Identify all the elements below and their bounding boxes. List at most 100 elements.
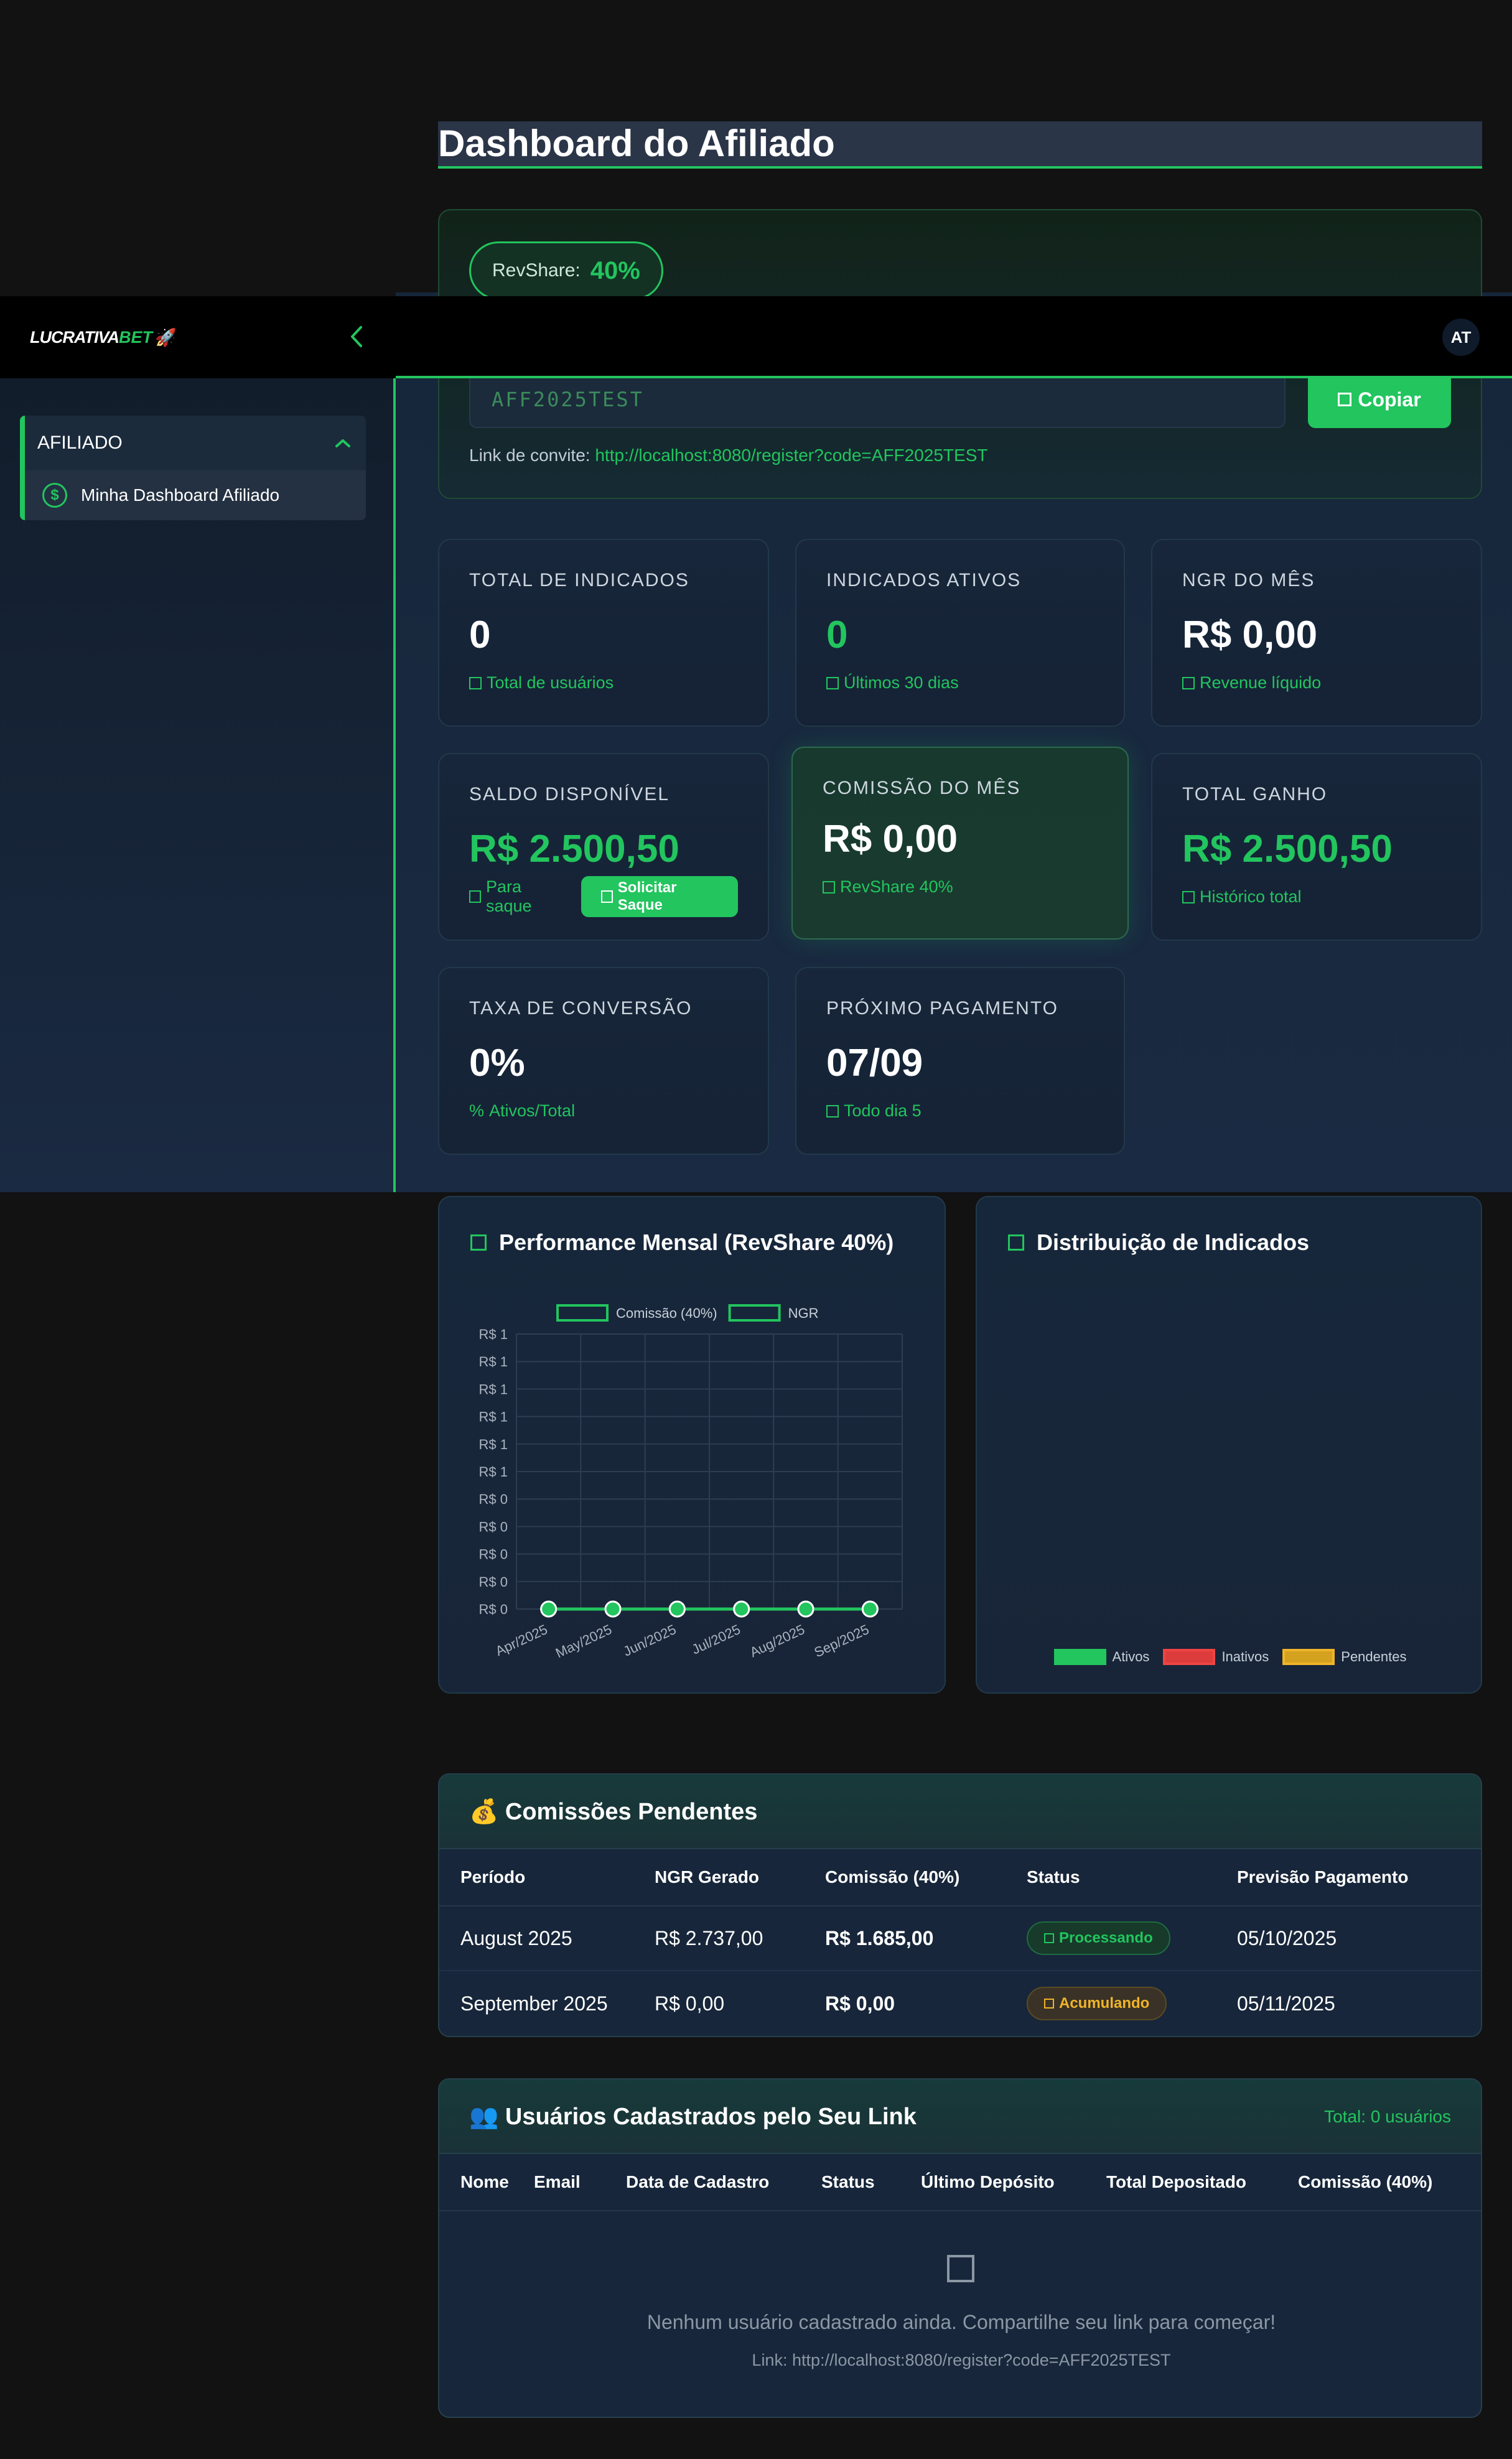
stat-label: PRÓXIMO PAGAMENTO <box>826 998 1058 1019</box>
dollar-icon: $ <box>42 483 67 508</box>
y-axis-ticks: R$ 1 R$ 1 R$ 1 R$ 1 R$ 1 R$ 1 R$ 0 R$ 0 R$ 0 R$ 0… <box>479 1327 508 1617</box>
square-icon <box>469 890 481 903</box>
data-point <box>668 1600 686 1618</box>
page-title-bar: Dashboard do Afiliado <box>438 121 1482 169</box>
stat-label: SALDO DISPONÍVEL <box>469 784 670 805</box>
y-tick-label: R$ 0 <box>479 1547 508 1562</box>
square-icon <box>469 676 482 689</box>
stat-sub: RevShare 40% <box>823 877 1098 897</box>
x-tick-label: May/2025 <box>553 1621 614 1661</box>
cell-ngr: R$ 0,00 <box>655 1992 725 2015</box>
column-header: Status <box>821 2172 875 2191</box>
table-header: 👥 Usuários Cadastrados pelo Seu Link Tot… <box>439 2079 1481 2154</box>
pending-commissions-table: 💰 Comissões Pendentes Período NGR Gerado… <box>438 1773 1482 2037</box>
user-avatar[interactable]: AT <box>1442 319 1480 356</box>
stat-sub: Histórico total <box>1182 887 1451 907</box>
empty-state: Nenhum usuário cadastrado ainda. Compart… <box>439 2211 1481 2417</box>
stat-value: R$ 2.500,50 <box>469 828 679 870</box>
sidebar-collapse-button[interactable] <box>341 321 372 352</box>
square-icon <box>1182 890 1195 903</box>
stat-card-ngr-mes: NGR DO MÊS R$ 0,00 Revenue líquido <box>1151 539 1482 727</box>
y-tick-label: R$ 0 <box>479 1519 508 1534</box>
legend-swatch <box>1053 1649 1106 1665</box>
sidebar-section-label: AFILIADO <box>37 432 123 453</box>
column-header: Comissão (40%) <box>825 1867 960 1887</box>
top-navbar: LUCRATIVA BET 🚀 AT <box>0 296 1512 378</box>
y-tick-label: R$ 1 <box>479 1464 508 1480</box>
navbar-divider <box>396 376 1512 378</box>
y-tick-label: R$ 1 <box>479 1354 508 1369</box>
performance-chart-card: Performance Mensal (RevShare 40%) R$ 1 R$… <box>438 1196 946 1694</box>
registered-users-table: 👥 Usuários Cadastrados pelo Seu Link Tot… <box>438 2078 1482 2418</box>
cell-status: Processando <box>1027 1921 1237 1955</box>
column-header: Status <box>1027 1867 1080 1887</box>
table-column-headers: Nome Email Data de Cadastro Status Últim… <box>439 2154 1481 2211</box>
stat-label: NGR DO MÊS <box>1182 570 1315 590</box>
legend-swatch <box>1282 1649 1335 1665</box>
cell-comissao: R$ 0,00 <box>825 1992 895 2015</box>
table-title: 👥 Usuários Cadastrados pelo Seu Link <box>469 2104 917 2130</box>
page-title: Dashboard do Afiliado <box>438 123 835 164</box>
square-icon <box>1182 676 1195 689</box>
logo-text-lucrativa: LUCRATIVA <box>30 327 119 347</box>
column-header: Email <box>534 2172 581 2191</box>
sidebar: AFILIADO $ Minha Dashboard Afiliado <box>0 378 396 1192</box>
stat-sub: Total de usuários <box>469 673 738 693</box>
copy-button[interactable]: Copiar <box>1308 371 1451 428</box>
column-header: Comissão (40%) <box>1298 2172 1433 2191</box>
empty-link: Link: http://localhost:8080/register?cod… <box>752 2351 1171 2369</box>
revshare-value: 40% <box>590 256 640 284</box>
chart-legend: Comissão (40%) NGR <box>556 1304 819 1322</box>
square-icon <box>1008 1234 1024 1251</box>
sidebar-item-dashboard-afiliado[interactable]: $ Minha Dashboard Afiliado <box>20 470 366 520</box>
cell-periodo: August 2025 <box>460 1926 572 1949</box>
chart-grid <box>516 1333 903 1610</box>
legend-label: NGR <box>788 1305 819 1321</box>
y-tick-label: R$ 1 <box>479 1381 508 1397</box>
column-header: Total Depositado <box>1106 2172 1247 2191</box>
distribution-chart-card: Distribuição de Indicados Ativos Inativo… <box>976 1196 1482 1694</box>
cell-ngr: R$ 2.737,00 <box>655 1926 763 1949</box>
column-header: Período <box>460 1867 526 1887</box>
empty-message: Nenhum usuário cadastrado ainda. Compart… <box>646 2311 1276 2333</box>
users-icon: 👥 <box>469 2104 499 2130</box>
cell-status: Acumulando <box>1027 1987 1237 2020</box>
data-point <box>861 1600 879 1618</box>
invite-link-url[interactable]: http://localhost:8080/register?code=AFF2… <box>595 446 987 465</box>
legend-swatch <box>728 1304 781 1322</box>
x-tick-label: Jun/2025 <box>621 1621 679 1659</box>
invite-link-label: Link de convite: <box>469 446 590 465</box>
data-point <box>797 1600 814 1618</box>
performance-chart: R$ 1 R$ 1 R$ 1 R$ 1 R$ 1 R$ 1 R$ 0 R$ 0 R$ 0 R$ 0… <box>479 1304 903 1661</box>
status-badge: Acumulando <box>1027 1987 1167 2020</box>
cell-periodo: September 2025 <box>460 1992 608 2015</box>
copy-button-label: Copiar <box>1358 388 1421 411</box>
legend-swatch <box>556 1304 609 1322</box>
stat-value: R$ 0,00 <box>823 818 958 861</box>
affiliate-code-field[interactable]: AFF2025TEST <box>469 371 1286 428</box>
empty-box-icon <box>947 2255 974 2282</box>
stat-sub: Todo dia 5 <box>826 1101 1094 1121</box>
request-withdrawal-button[interactable]: Solicitar Saque <box>581 876 738 917</box>
stat-sub: Últimos 30 dias <box>826 673 1094 693</box>
cell-previsao: 05/10/2025 <box>1237 1926 1337 1949</box>
square-icon <box>823 880 835 894</box>
invite-link: Link de convite: http://localhost:8080/r… <box>469 446 988 465</box>
table-row: September 2025 R$ 0,00 R$ 0,00 Acumuland… <box>439 1971 1481 2036</box>
column-header: NGR Gerado <box>655 1867 760 1887</box>
legend-item-pendentes: Pendentes <box>1282 1649 1406 1665</box>
logo[interactable]: LUCRATIVA BET 🚀 <box>30 319 177 356</box>
legend-item-ativos: Ativos <box>1053 1649 1149 1665</box>
rocket-icon: 🚀 <box>154 327 177 347</box>
stat-card-total-indicados: TOTAL DE INDICADOS 0 Total de usuários <box>438 539 769 727</box>
square-icon <box>826 676 839 689</box>
stat-card-saldo: SALDO DISPONÍVEL R$ 2.500,50 Para saque … <box>438 753 769 941</box>
sidebar-section-afiliado[interactable]: AFILIADO <box>20 416 366 470</box>
table-row: August 2025 R$ 2.737,00 R$ 1.685,00 Proc… <box>439 1906 1481 1971</box>
stat-value: R$ 2.500,50 <box>1182 828 1393 870</box>
percent-icon: % <box>469 1101 485 1120</box>
stat-card-indicados-ativos: INDICADOS ATIVOS 0 Últimos 30 dias <box>795 539 1125 727</box>
x-tick-label: Aug/2025 <box>747 1621 807 1660</box>
stat-label: COMISSÃO DO MÊS <box>823 778 1021 798</box>
column-header: Previsão Pagamento <box>1237 1867 1409 1887</box>
